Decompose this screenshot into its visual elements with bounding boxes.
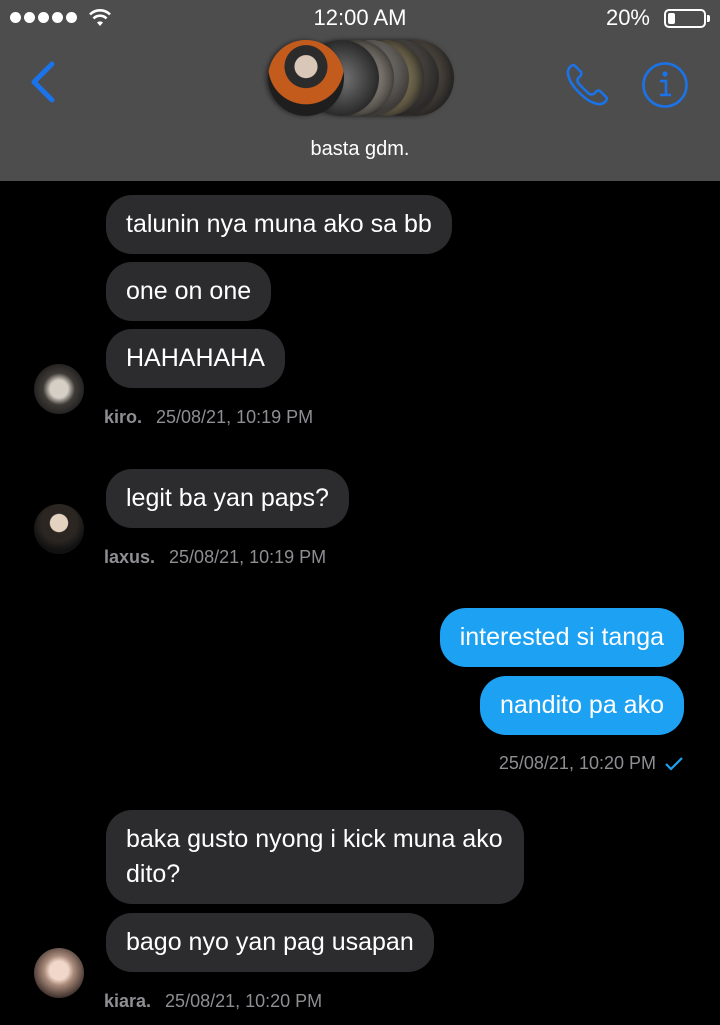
message-bubble[interactable]: legit ba yan paps?: [106, 469, 349, 528]
message-meta: kiro. 25/08/21, 10:19 PM: [104, 407, 313, 428]
message-bubble[interactable]: nandito pa ako: [479, 676, 684, 735]
message-meta: 25/08/21, 10:20 PM: [499, 753, 684, 774]
message-bubble[interactable]: baka gusto nyong i kick muna ako dito?: [106, 810, 524, 904]
group-avatar-stack[interactable]: [268, 40, 468, 118]
sender-name[interactable]: laxus.: [104, 547, 155, 567]
message-bubble[interactable]: bago nyo yan pag usapan: [106, 913, 434, 972]
message-bubble[interactable]: interested si tanga: [439, 608, 684, 667]
chat-header: 12:00 AM 20% basta gdm.: [0, 0, 720, 181]
status-bar: 12:00 AM 20%: [0, 0, 720, 36]
avatar[interactable]: [34, 364, 84, 414]
checkmark-icon: [665, 756, 683, 771]
group-name[interactable]: basta gdm.: [0, 138, 720, 161]
battery-percent: 20%: [605, 5, 650, 30]
timestamp: 25/08/21, 10:19 PM: [156, 407, 314, 427]
message-bubble[interactable]: one on one: [106, 262, 272, 321]
timestamp: 25/08/21, 10:19 PM: [169, 547, 327, 567]
info-icon[interactable]: [640, 60, 690, 110]
chevron-left-icon[interactable]: [26, 58, 60, 106]
sender-name[interactable]: kiro.: [104, 407, 142, 427]
avatar: [268, 40, 344, 116]
phone-icon[interactable]: [562, 60, 612, 110]
timestamp: 25/08/21, 10:20 PM: [498, 753, 656, 773]
sender-name[interactable]: kiara.: [104, 991, 151, 1011]
avatar[interactable]: [34, 948, 84, 998]
message-meta: laxus. 25/08/21, 10:19 PM: [104, 547, 326, 568]
message-meta: kiara. 25/08/21, 10:20 PM: [104, 991, 322, 1012]
message-bubble[interactable]: HAHAHAHA: [106, 329, 285, 388]
timestamp: 25/08/21, 10:20 PM: [165, 991, 323, 1011]
message-bubble[interactable]: talunin nya muna ako sa bb: [106, 195, 452, 254]
battery-icon: [664, 9, 710, 28]
avatar[interactable]: [34, 504, 84, 554]
